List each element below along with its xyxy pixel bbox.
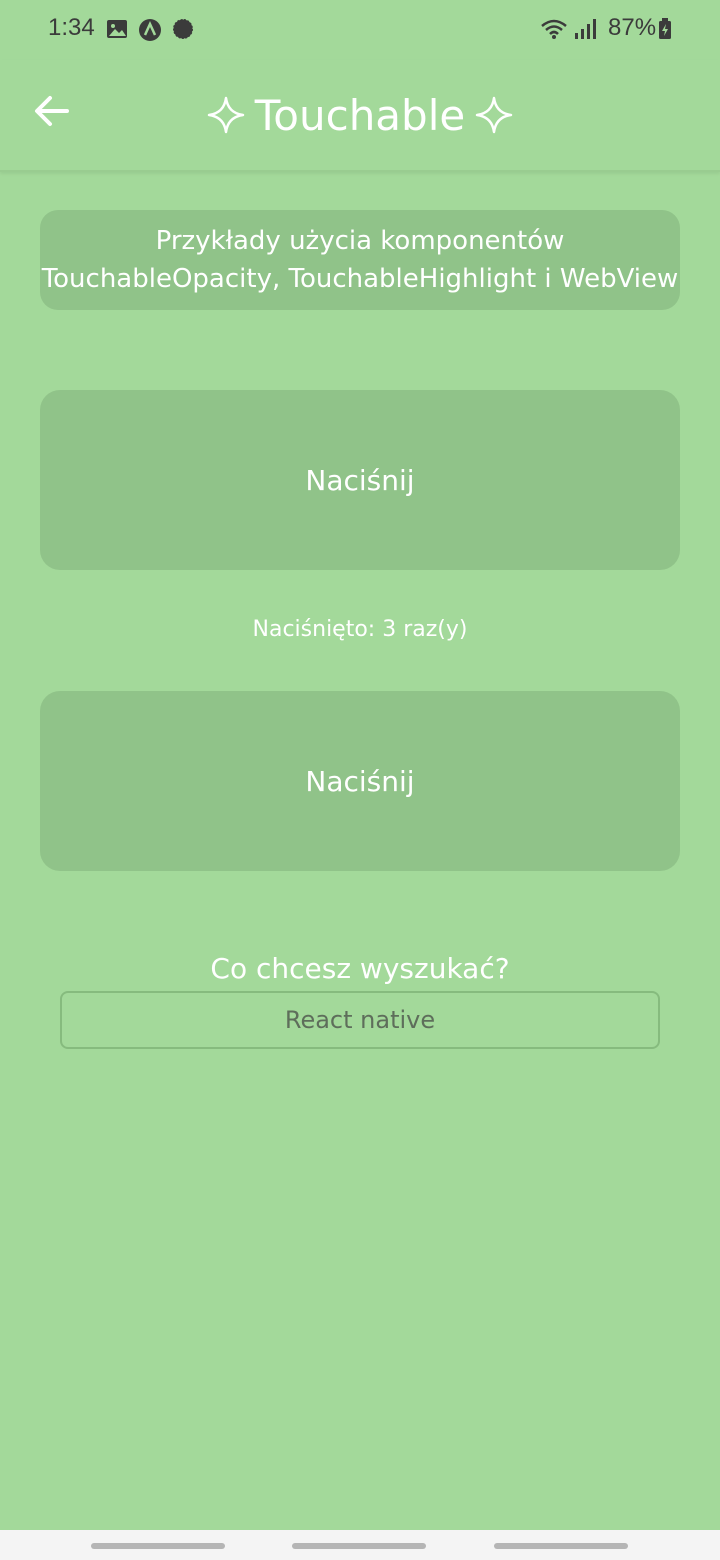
sparkle-icon	[207, 96, 245, 134]
touchable-highlight-button[interactable]: Naciśnij	[40, 691, 680, 871]
touchable-opacity-button[interactable]: Naciśnij	[40, 390, 680, 570]
touchable-highlight-label: Naciśnij	[305, 764, 415, 798]
nav-back-button[interactable]	[494, 1543, 628, 1549]
touchable-opacity-label: Naciśnij	[305, 463, 415, 497]
page-title: Touchable	[254, 90, 466, 140]
battery-percentage: 87%	[608, 14, 657, 41]
description-line-2: TouchableOpacity, TouchableHighlight i W…	[41, 264, 679, 294]
description-box: Przykłady użycia komponentów TouchableOp…	[40, 210, 680, 310]
status-time: 1:34	[48, 14, 95, 41]
app-a-icon	[138, 18, 161, 41]
image-icon	[106, 18, 128, 40]
wifi-icon	[540, 18, 568, 40]
app-header: Touchable	[0, 60, 720, 172]
system-nav-bar	[0, 1530, 720, 1560]
status-bar: 1:34 87%	[0, 0, 720, 60]
battery-charging-icon	[658, 18, 672, 40]
description-line-1: Przykłady użycia komponentów	[155, 226, 565, 256]
search-label: Co chcesz wyszukać?	[210, 952, 510, 985]
search-input[interactable]	[60, 991, 660, 1049]
nav-recent-button[interactable]	[91, 1543, 225, 1549]
nav-home-button[interactable]	[292, 1543, 426, 1549]
sparkle-icon	[475, 96, 513, 134]
press-counter: Naciśnięto: 3 raz(y)	[252, 617, 468, 642]
signal-icon	[574, 18, 598, 40]
chat-bubble-icon	[172, 18, 194, 40]
title-wrap: Touchable	[0, 80, 720, 150]
